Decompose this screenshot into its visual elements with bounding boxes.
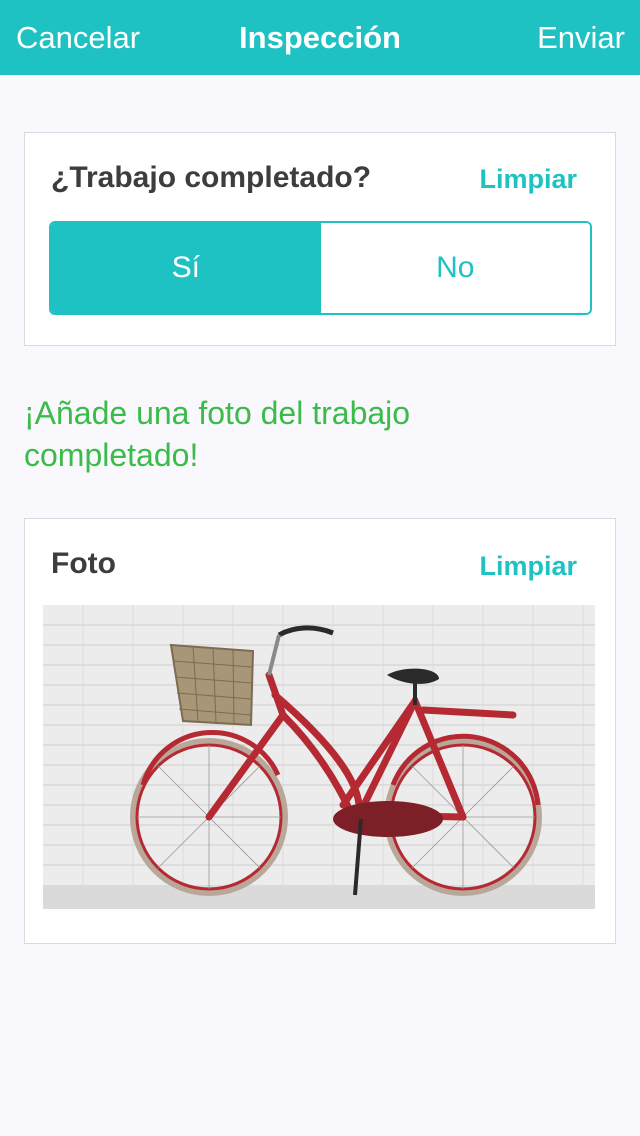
top-nav-bar: Cancelar Inspección Enviar [0,0,640,75]
bicycle-photo[interactable] [43,605,595,909]
clear-answer-button[interactable]: Limpiar [479,164,577,195]
clear-photo-button[interactable]: Limpiar [479,551,577,582]
photo-label: Foto [51,547,116,580]
job-completed-card: ¿Trabajo completado? Limpiar Sí No [24,132,616,346]
option-yes-button[interactable]: Sí [51,223,321,313]
add-photo-prompt: ¡Añade una foto del trabajo completado! [24,395,411,473]
option-no-button[interactable]: No [320,223,590,313]
send-button[interactable]: Enviar [537,20,625,56]
job-completed-label: ¿Trabajo completado? [51,161,372,194]
photo-card: Foto Limpiar [24,518,616,944]
red-bicycle-photo-icon [43,605,595,909]
yes-no-segmented-control: Sí No [49,221,592,315]
